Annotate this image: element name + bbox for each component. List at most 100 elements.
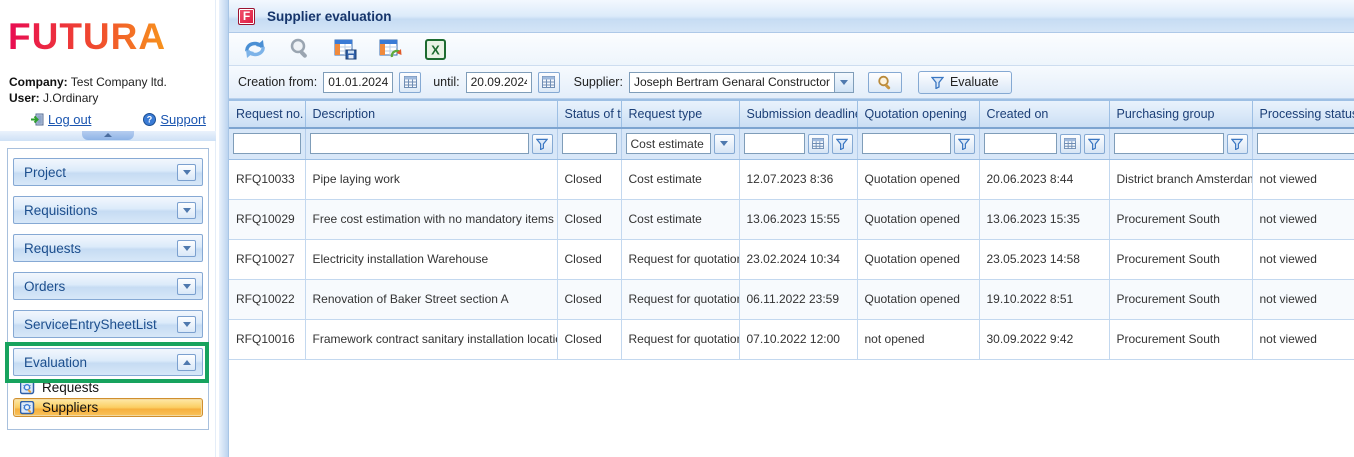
chevron-down-icon[interactable] <box>177 202 196 219</box>
column-header-quotation-opening[interactable]: Quotation opening <box>857 101 979 128</box>
filter-dropdown-icon[interactable] <box>714 134 735 154</box>
company-value: Test Company ltd. <box>71 75 167 89</box>
cell-created-on: 19.10.2022 8:51 <box>979 279 1109 319</box>
filter-funnel-icon[interactable] <box>532 134 553 154</box>
sidebar-collapse-handle[interactable] <box>82 131 134 140</box>
sidebar-section-requisitions[interactable]: Requisitions <box>13 196 203 224</box>
filter-input-description[interactable] <box>310 133 529 154</box>
filter-calendar-icon[interactable] <box>1060 134 1081 154</box>
evaluate-button[interactable]: Evaluate <box>918 71 1012 94</box>
sidebar-section-label: Requests <box>24 241 81 256</box>
sidebar: FUTURA Company: Test Company ltd. User: … <box>0 0 216 457</box>
company-line: Company: Test Company ltd. <box>9 74 167 90</box>
column-header-status-of-t[interactable]: Status of t <box>557 101 621 128</box>
supplier-dropdown-icon[interactable] <box>834 72 854 93</box>
creation-from-calendar-icon[interactable] <box>399 72 421 93</box>
column-header-purchasing-group[interactable]: Purchasing group <box>1109 101 1252 128</box>
cell-description: Renovation of Baker Street section A <box>305 279 557 319</box>
filter-input-created-on[interactable] <box>984 133 1057 154</box>
session-links: Log out ? Support <box>0 112 216 127</box>
cell-created-on: 30.09.2022 9:42 <box>979 319 1109 359</box>
until-calendar-icon[interactable] <box>538 72 560 93</box>
support-link[interactable]: ? Support <box>143 112 206 127</box>
sidebar-section-project[interactable]: Project <box>13 158 203 186</box>
table-export-icon[interactable] <box>377 37 403 61</box>
filter-cell-quotation-opening <box>857 128 979 159</box>
sidebar-item-label: Requests <box>42 380 99 395</box>
sidebar-section-serviceentrysheetlist[interactable]: ServiceEntrySheetList <box>13 310 203 338</box>
filter-input-quotation-opening[interactable] <box>862 133 951 154</box>
filter-funnel-icon[interactable] <box>832 134 853 154</box>
creation-from-input[interactable] <box>323 72 393 93</box>
sidebar-section-requests[interactable]: Requests <box>13 234 203 262</box>
cell-submission-deadline: 06.11.2022 23:59 <box>739 279 857 319</box>
column-header-created-on[interactable]: Created on <box>979 101 1109 128</box>
chevron-down-icon[interactable] <box>177 316 196 333</box>
user-label: User: <box>9 91 40 105</box>
supplier-search-button[interactable] <box>868 72 902 93</box>
cell-processing-status: not viewed <box>1252 319 1354 359</box>
chevron-up-icon[interactable] <box>177 354 196 371</box>
sidebar-item-suppliers[interactable]: Suppliers <box>13 398 203 417</box>
filter-cell-processing-status <box>1252 128 1354 159</box>
column-header-submission-deadline[interactable]: Submission deadline <box>739 101 857 128</box>
supplier-input[interactable] <box>629 72 834 93</box>
filter-input-purchasing-group[interactable] <box>1114 133 1224 154</box>
filter-input-processing-status[interactable] <box>1257 133 1354 154</box>
main-panel: F Supplier evaluation <box>228 0 1354 457</box>
filter-funnel-icon[interactable] <box>1084 134 1105 154</box>
excel-export-icon[interactable]: X <box>422 37 448 61</box>
cell-request-no: RFQ10016 <box>229 319 305 359</box>
chevron-down-icon[interactable] <box>177 164 196 181</box>
filter-cell-request-type: Cost estimate <box>621 128 739 159</box>
column-header-request-no[interactable]: Request no. <box>229 101 305 128</box>
filter-input-request-no[interactable] <box>233 133 301 154</box>
column-header-description[interactable]: Description <box>305 101 557 128</box>
table-row[interactable]: RFQ10029Free cost estimation with no man… <box>229 199 1354 239</box>
cell-quotation-opening: Quotation opened <box>857 279 979 319</box>
logout-link[interactable]: Log out <box>30 112 91 127</box>
table-save-icon[interactable] <box>332 37 358 61</box>
cell-purchasing-group: Procurement South <box>1109 199 1252 239</box>
sidebar-item-requests[interactable]: Requests <box>13 378 203 397</box>
grid-search-icon <box>20 381 35 395</box>
user-line: User: J.Ordinary <box>9 90 167 106</box>
cell-purchasing-group: District branch Amsterdam <box>1109 159 1252 199</box>
filter-cell-created-on <box>979 128 1109 159</box>
chevron-down-icon[interactable] <box>177 240 196 257</box>
cell-processing-status: not viewed <box>1252 199 1354 239</box>
filter-input-submission-deadline[interactable] <box>744 133 805 154</box>
cell-quotation-opening: not opened <box>857 319 979 359</box>
cell-quotation-opening: Quotation opened <box>857 239 979 279</box>
cell-description: Pipe laying work <box>305 159 557 199</box>
sidebar-splitter[interactable] <box>219 0 228 457</box>
table-row[interactable]: RFQ10022Renovation of Baker Street secti… <box>229 279 1354 319</box>
results-grid: Request no.DescriptionStatus of tRequest… <box>229 99 1354 360</box>
chevron-down-icon[interactable] <box>177 278 196 295</box>
filter-select-request-type[interactable]: Cost estimate <box>626 133 711 154</box>
table-row[interactable]: RFQ10027Electricity installation Warehou… <box>229 239 1354 279</box>
cell-request-no: RFQ10029 <box>229 199 305 239</box>
supplier-label: Supplier: <box>574 75 623 89</box>
cell-description: Framework contract sanitary installation… <box>305 319 557 359</box>
sidebar-section-orders[interactable]: Orders <box>13 272 203 300</box>
filter-funnel-icon[interactable] <box>1227 134 1248 154</box>
table-row[interactable]: RFQ10016Framework contract sanitary inst… <box>229 319 1354 359</box>
table-row[interactable]: RFQ10033Pipe laying workClosedCost estim… <box>229 159 1354 199</box>
funnel-icon <box>931 76 944 89</box>
sidebar-subitems: Requests Suppliers <box>13 378 203 417</box>
cell-submission-deadline: 23.02.2024 10:34 <box>739 239 857 279</box>
column-header-request-type[interactable]: Request type <box>621 101 739 128</box>
filter-funnel-icon[interactable] <box>954 134 975 154</box>
filter-calendar-icon[interactable] <box>808 134 829 154</box>
sidebar-section-evaluation[interactable]: Evaluation <box>13 348 203 376</box>
search-icon[interactable] <box>287 37 313 61</box>
cell-request-no: RFQ10027 <box>229 239 305 279</box>
cell-status-of-t: Closed <box>557 319 621 359</box>
refresh-icon[interactable] <box>242 37 268 61</box>
table-filter-row: Cost estimate <box>229 128 1354 159</box>
sidebar-section-label: Requisitions <box>24 203 98 218</box>
until-input[interactable] <box>466 72 532 93</box>
filter-input-status-of-t[interactable] <box>562 133 617 154</box>
column-header-processing-status[interactable]: Processing status <box>1252 101 1354 128</box>
